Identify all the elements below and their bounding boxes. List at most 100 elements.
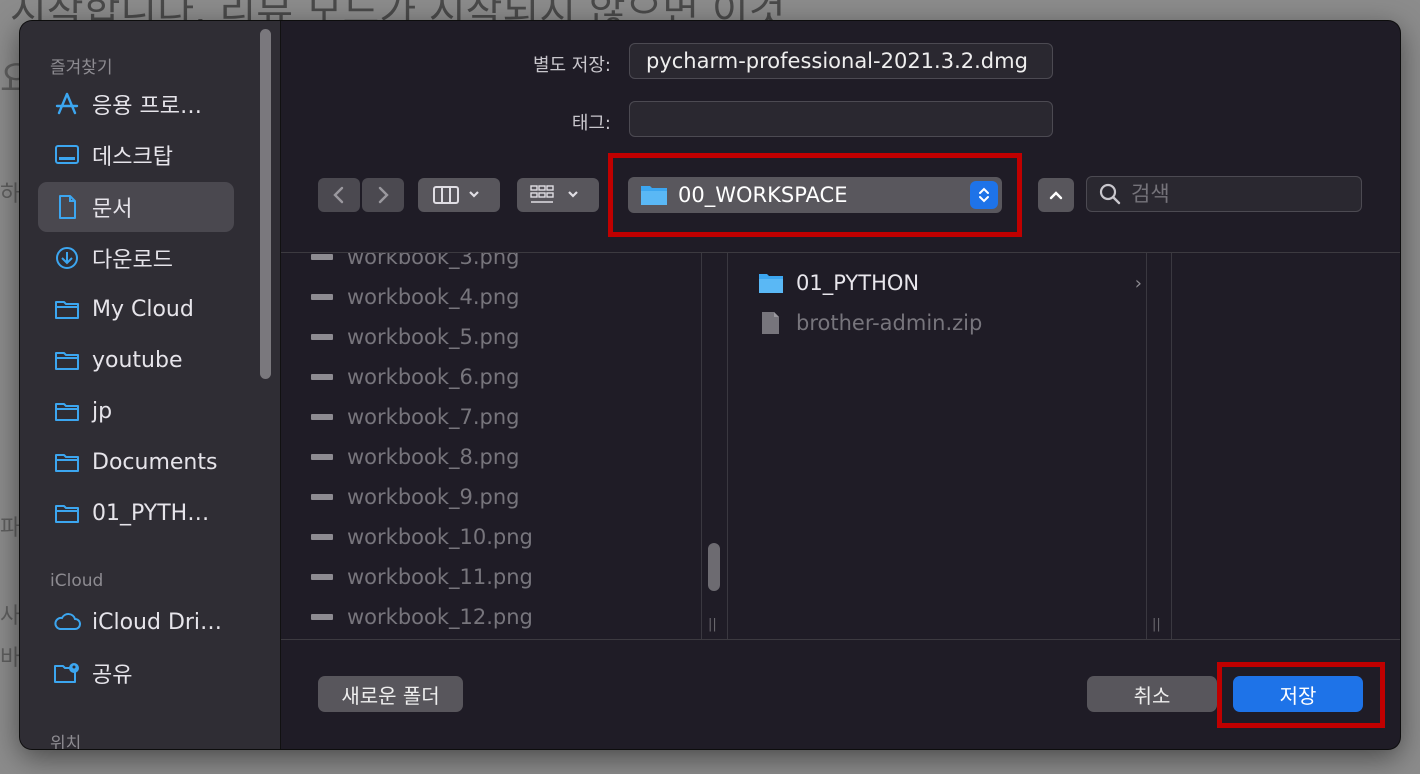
sidebar-item-my-cloud[interactable]: My Cloud [38,284,234,334]
highlight-box-save [1217,662,1385,728]
list-item[interactable]: workbook_9.png [311,482,520,512]
column-resize-handle[interactable]: || [708,617,717,632]
sidebar-item-downloads[interactable]: 다운로드 [38,233,234,283]
sidebar-item-label: 다운로드 [92,248,173,273]
list-item[interactable]: workbook_7.png [311,402,520,432]
main-panel: 별도 저장: pycharm-professional-2021.3.2.dmg… [281,21,1400,749]
folder-icon [52,345,82,375]
folder-icon [52,294,82,324]
list-item[interactable]: workbook_4.png [311,282,520,312]
file-name: workbook_6.png [347,365,520,389]
sidebar-item-label: My Cloud [92,296,194,322]
sidebar-item-label: 데스크탑 [92,145,173,170]
search-icon [1099,183,1121,205]
group-options-button[interactable] [517,178,599,212]
background-char: 하 [0,182,21,207]
desktop-icon [52,140,82,170]
file-browser: workbook_3.png workbook_4.png workbook_5… [281,252,1400,640]
chevron-left-icon [333,186,344,204]
list-item[interactable]: workbook_6.png [311,362,520,392]
file-name: brother-admin.zip [796,311,983,335]
sidebar-item-desktop[interactable]: 데스크탑 [38,130,234,180]
background-char: 파 [0,516,21,541]
sidebar-scrollbar[interactable] [260,29,271,379]
sidebar-item-shared[interactable]: 공유 [38,648,234,698]
list-item[interactable]: 01_PYTHON › [758,268,1142,298]
applications-icon [52,89,82,119]
image-file-icon [311,414,333,420]
sidebar-item-label: 문서 [92,197,133,222]
image-file-icon [311,374,333,380]
sidebar-item-01-python[interactable]: 01_PYTH… [38,488,234,538]
sidebar-item-icloud-drive[interactable]: iCloud Dri… [38,597,234,647]
folder-icon [52,396,82,426]
cancel-button[interactable]: 취소 [1087,676,1217,712]
save-dialog: 즐겨찾기 응용 프로… 데스크탑 문서 다운로드 My Cloud youtub… [20,21,1400,749]
save-as-field[interactable]: pycharm-professional-2021.3.2.dmg [629,43,1053,79]
chevron-up-icon [1049,191,1063,200]
zip-file-icon [762,312,779,334]
sidebar-item-label: jp [92,398,113,424]
save-as-value: pycharm-professional-2021.3.2.dmg [646,49,1028,73]
file-name: workbook_9.png [347,485,520,509]
image-file-icon [311,494,333,500]
background-char: 바 [0,646,21,671]
sidebar-item-label: youtube [92,347,183,373]
columns-view-icon [433,186,479,204]
list-item[interactable]: brother-admin.zip [758,308,1142,338]
list-item[interactable]: workbook_5.png [311,322,520,352]
cloud-icon [52,607,82,637]
sidebar-item-documents[interactable]: 문서 [38,182,234,232]
highlight-box-folder [608,153,1022,237]
grid-options-icon [530,185,578,203]
file-name: workbook_3.png [347,252,520,269]
folder-icon [52,447,82,477]
download-icon [52,243,82,273]
sidebar-item-label: 공유 [92,663,133,688]
sidebar: 즐겨찾기 응용 프로… 데스크탑 문서 다운로드 My Cloud youtub… [20,21,281,749]
file-name: workbook_11.png [347,565,533,589]
file-name: workbook_12.png [347,605,533,629]
sidebar-item-applications[interactable]: 응용 프로… [38,79,234,129]
file-name: workbook_5.png [347,325,520,349]
list-item[interactable]: workbook_10.png [311,522,533,552]
sidebar-item-label: iCloud Dri… [92,609,223,635]
tags-label: 태그: [571,113,611,134]
list-item[interactable]: workbook_8.png [311,442,520,472]
sidebar-item-youtube[interactable]: youtube [38,335,234,385]
forward-button[interactable] [362,178,404,212]
image-file-icon [311,334,333,340]
tags-field[interactable] [629,101,1053,137]
document-icon [52,192,82,222]
search-box[interactable] [1086,176,1362,212]
list-item[interactable]: workbook_12.png [311,602,533,632]
column1-scrollbar[interactable] [708,543,720,591]
column-resize-handle[interactable]: || [1152,617,1161,632]
folder-name: 01_PYTHON [796,271,920,295]
shared-folder-icon [52,658,82,688]
save-as-label: 별도 저장: [532,55,611,76]
list-item[interactable]: workbook_11.png [311,562,533,592]
collapse-button[interactable] [1038,178,1074,212]
new-folder-button[interactable]: 새로운 폴더 [318,676,463,712]
icloud-header: iCloud [50,571,104,591]
file-column-3 [1171,253,1400,639]
sidebar-item-jp[interactable]: jp [38,386,234,436]
image-file-icon [311,454,333,460]
list-item[interactable]: workbook_3.png [311,252,520,272]
file-name: workbook_4.png [347,285,520,309]
search-input[interactable] [1129,181,1343,207]
background-char: 사 [0,604,21,629]
sidebar-item-documents-folder[interactable]: Documents [38,437,234,487]
folder-icon [52,498,82,528]
locations-header: 위치 [50,734,82,749]
sidebar-item-label: 01_PYTH… [92,500,210,526]
file-name: workbook_7.png [347,405,520,429]
sidebar-item-label: Documents [92,449,218,475]
chevron-right-icon: › [1134,272,1142,294]
file-name: workbook_10.png [347,525,533,549]
image-file-icon [311,534,333,540]
back-button[interactable] [318,178,360,212]
image-file-icon [311,294,333,300]
view-columns-button[interactable] [418,178,500,212]
